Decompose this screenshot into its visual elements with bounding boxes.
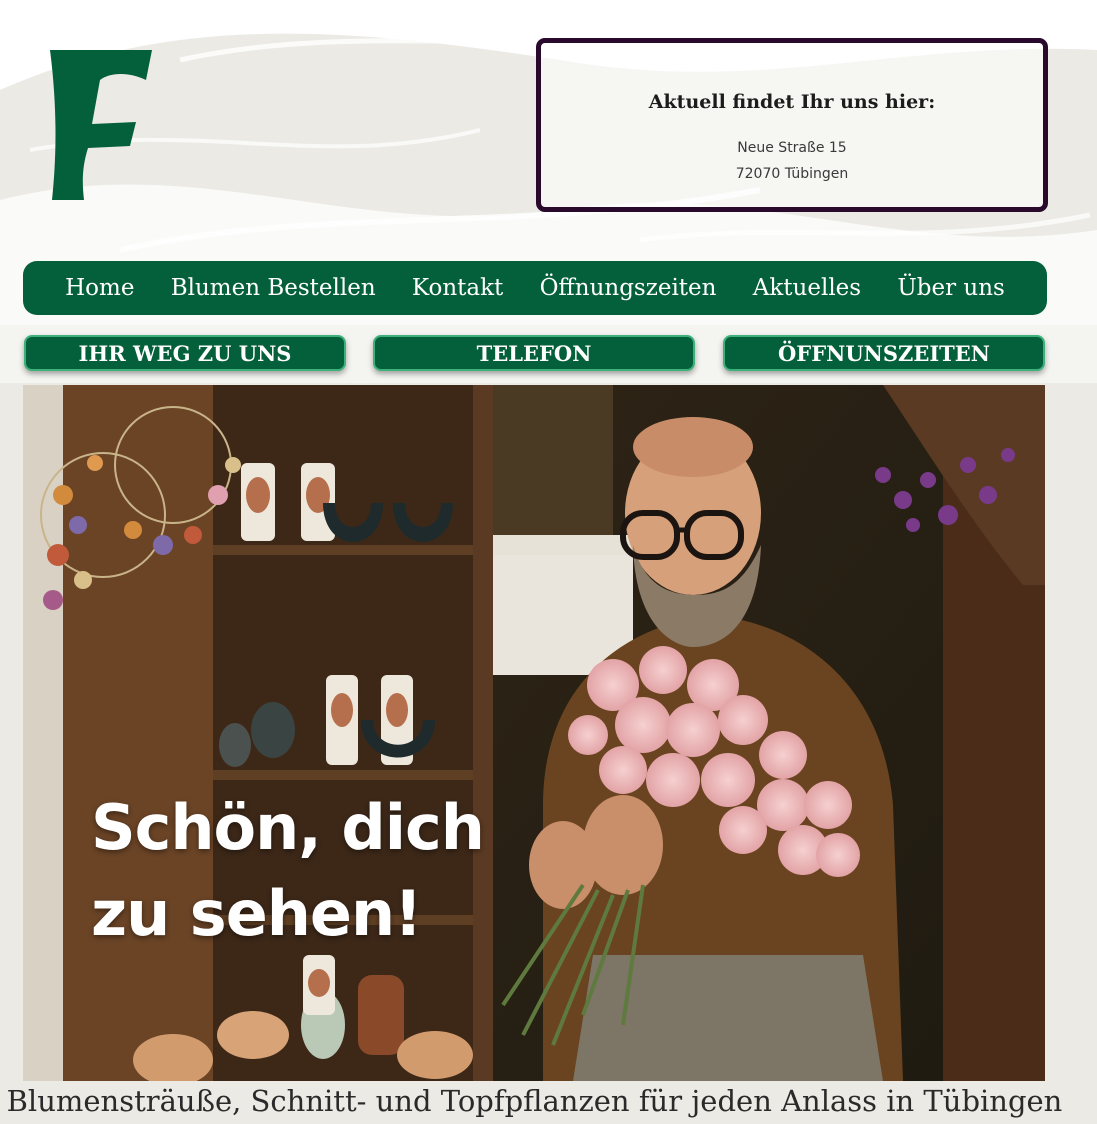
- nav-item-home[interactable]: Home: [65, 275, 134, 301]
- address-title: Aktuell findet Ihr uns hier:: [648, 91, 936, 113]
- hero-photo-florist: [23, 385, 1045, 1081]
- phone-button[interactable]: TELEFON: [373, 335, 695, 371]
- hero-headline-line2: zu sehen!: [91, 877, 422, 950]
- address-box: Aktuell findet Ihr uns hier: Neue Straße…: [536, 38, 1048, 212]
- nav-item-ueber-uns[interactable]: Über uns: [897, 275, 1004, 301]
- main-navigation: Home Blumen Bestellen Kontakt Öffnungsze…: [23, 261, 1047, 315]
- hero-image: Schön, dich zu sehen!: [23, 385, 1045, 1081]
- f-logo-icon: [50, 50, 152, 200]
- opening-hours-button[interactable]: ÖFFNUNSZEITEN: [723, 335, 1045, 371]
- page-tagline: Blumensträuße, Schnitt- und Topfpflanzen…: [6, 1084, 1063, 1118]
- nav-item-aktuelles[interactable]: Aktuelles: [753, 275, 861, 301]
- hero-headline-line1: Schön, dich: [91, 791, 485, 864]
- nav-item-blumen-bestellen[interactable]: Blumen Bestellen: [171, 275, 376, 301]
- directions-button[interactable]: IHR WEG ZU UNS: [24, 335, 346, 371]
- nav-item-kontakt[interactable]: Kontakt: [412, 275, 503, 301]
- address-city: 72070 Tübingen: [735, 166, 849, 182]
- f-letter-logo[interactable]: [40, 42, 160, 204]
- address-street: Neue Straße 15: [737, 140, 847, 156]
- hero-headline: Schön, dich zu sehen!: [91, 785, 531, 957]
- nav-item-oeffnungszeiten[interactable]: Öffnungszeiten: [540, 275, 717, 301]
